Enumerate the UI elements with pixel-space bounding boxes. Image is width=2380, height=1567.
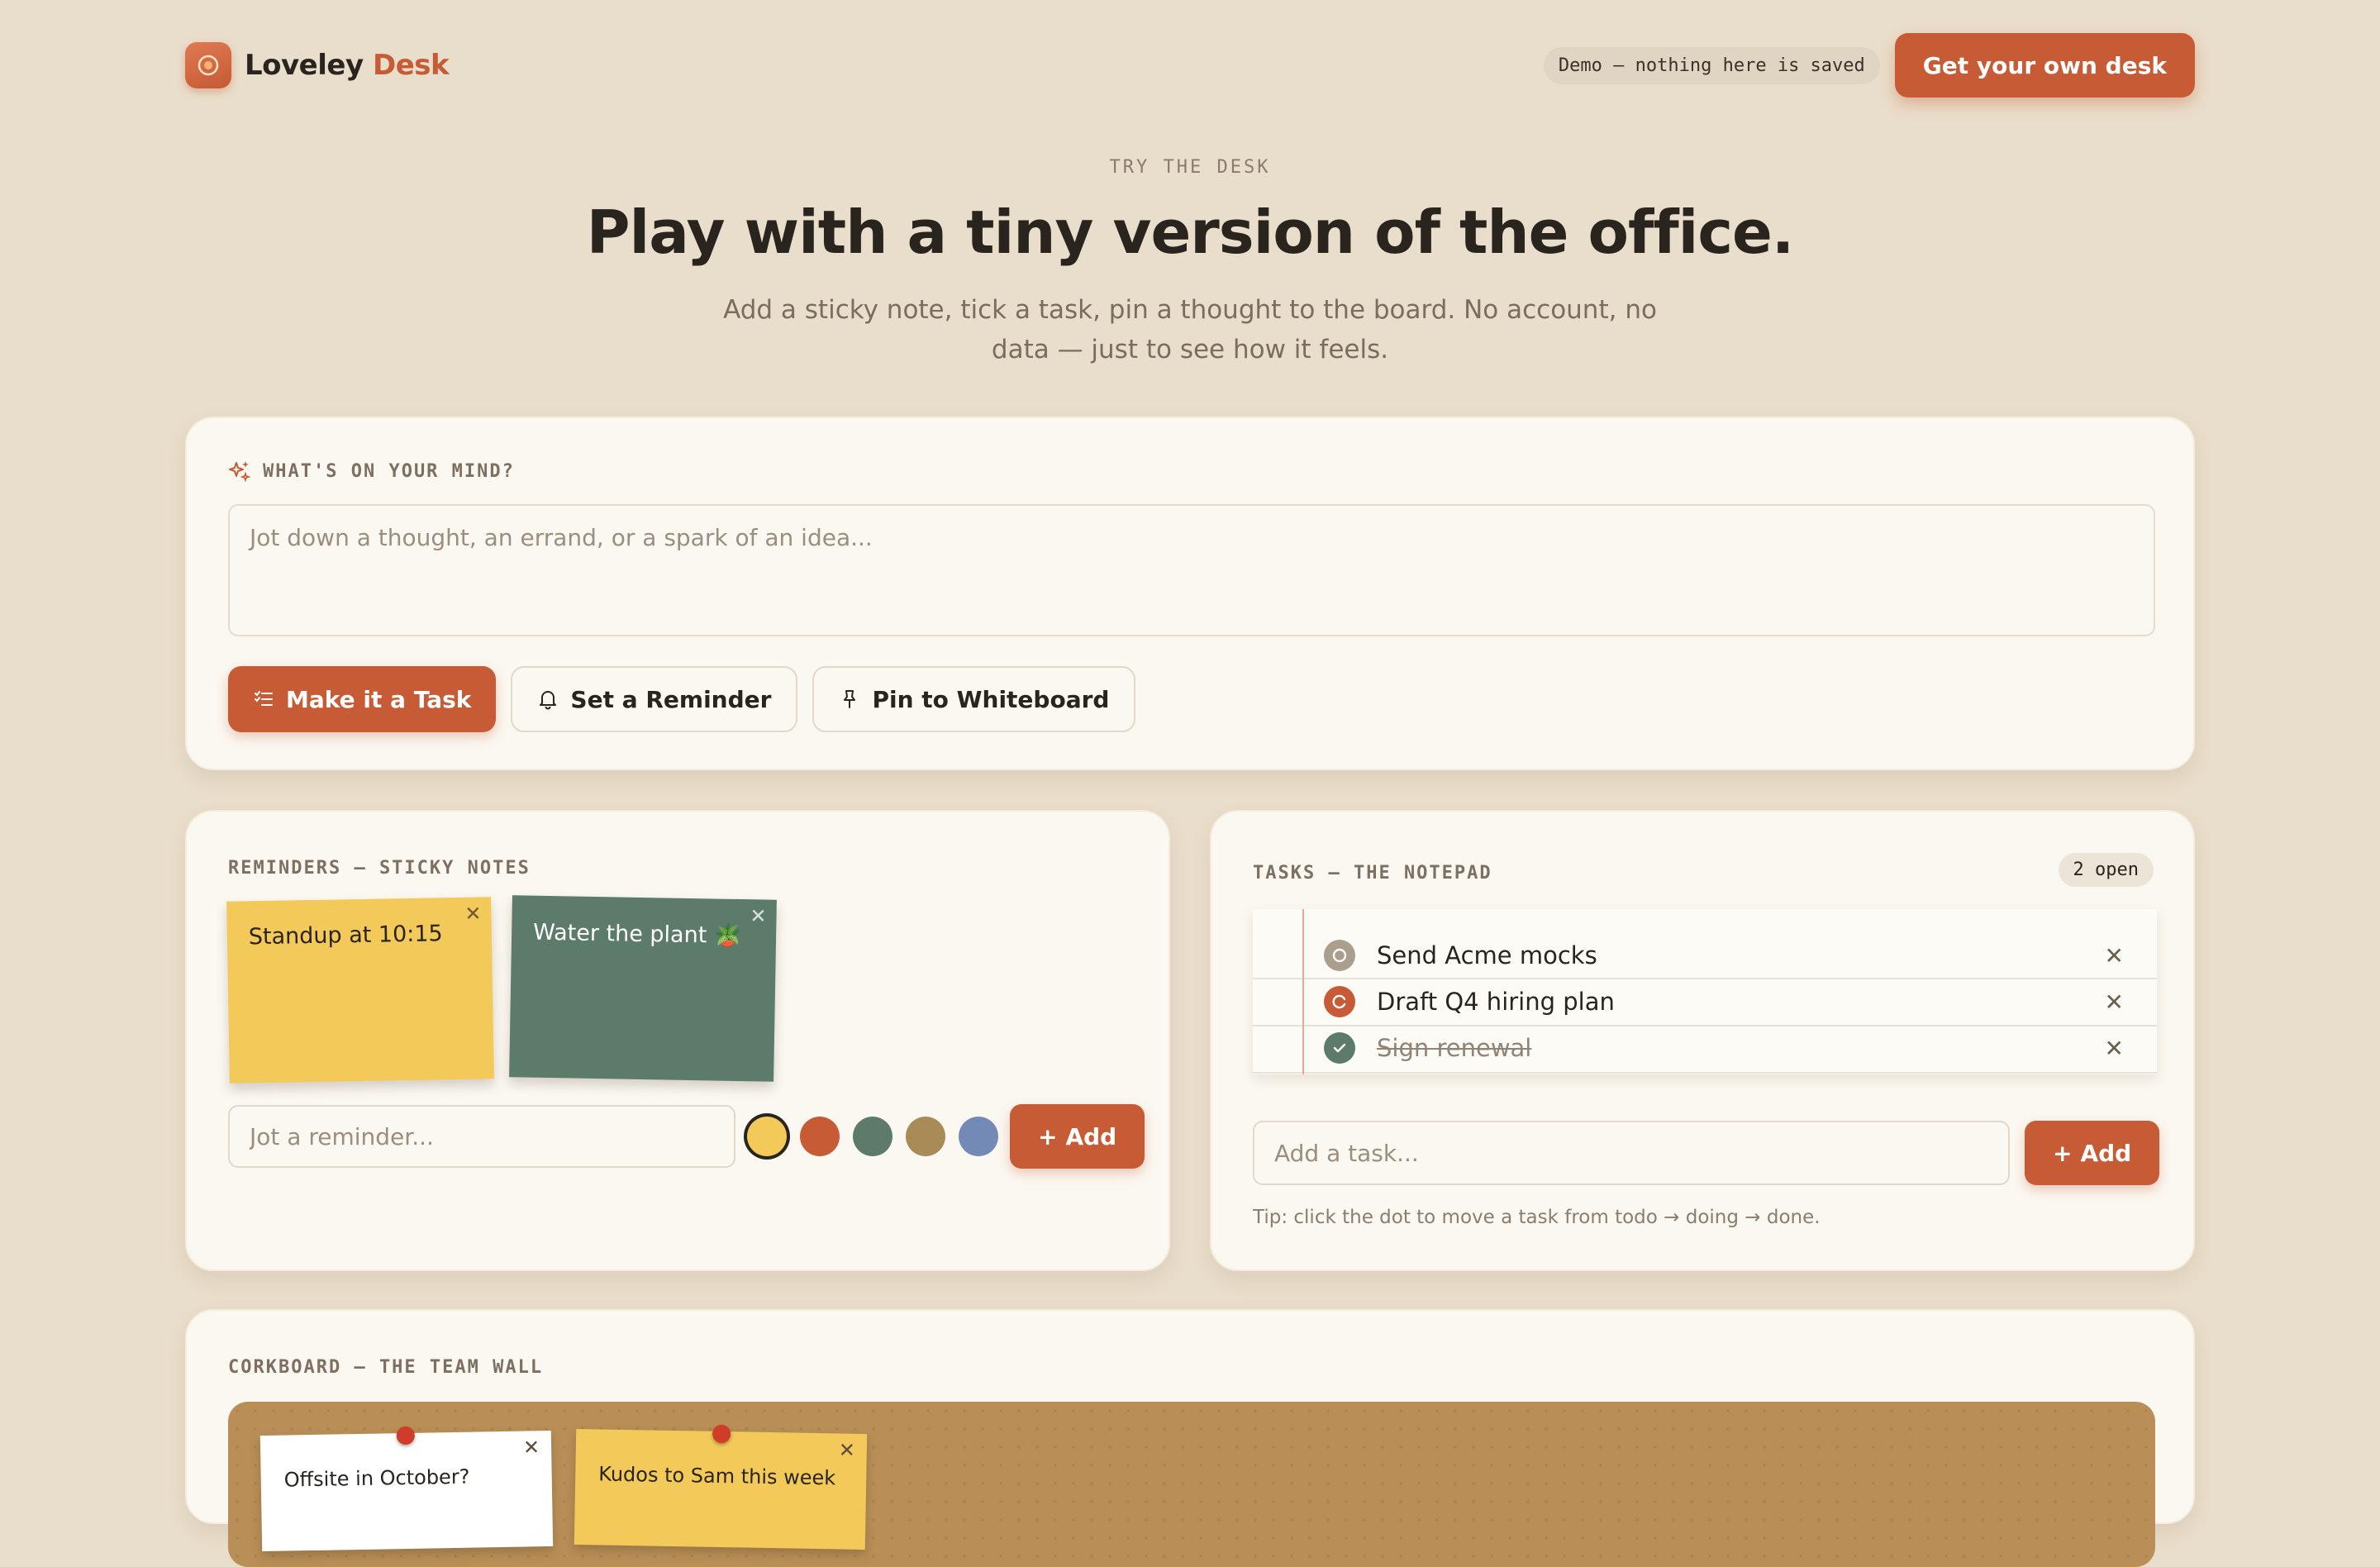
top-bar: Loveley Desk Demo — nothing here is save…	[185, 33, 2195, 98]
corkboard: Offsite in October? ✕ Kudos to Sam this …	[228, 1402, 2155, 1567]
thought-input[interactable]	[228, 504, 2155, 636]
composer-label-row: WHAT'S ON YOUR MIND?	[228, 460, 515, 483]
tasks-tip: Tip: click the dot to move a task from t…	[1253, 1207, 1821, 1228]
reminder-input[interactable]	[228, 1105, 735, 1168]
add-reminder-label: Add	[1065, 1122, 1117, 1150]
task-row: Send Acme mocks ✕	[1324, 932, 2124, 979]
task-input-row: + Add	[1253, 1121, 2160, 1185]
task-text: Draft Q4 hiring plan	[1377, 988, 1615, 1016]
close-icon[interactable]: ✕	[523, 1436, 540, 1459]
add-task-button[interactable]: + Add	[2025, 1121, 2160, 1185]
demo-badge: Demo — nothing here is saved	[1543, 46, 1880, 84]
pin-whiteboard-button[interactable]: Pin to Whiteboard	[812, 666, 1136, 732]
composer-card: WHAT'S ON YOUR MIND? Make it a Task Set …	[185, 417, 2195, 770]
header-actions: Demo — nothing here is saved Get your ow…	[1543, 33, 2195, 98]
brand-name: Loveley Desk	[245, 49, 450, 82]
reminder-input-row: + Add	[228, 1104, 1145, 1169]
make-task-label: Make it a Task	[286, 685, 472, 713]
in-progress-icon	[1332, 994, 1346, 1009]
close-icon[interactable]: ✕	[750, 904, 767, 927]
color-swatch-tan[interactable]	[906, 1117, 945, 1156]
color-swatch-green[interactable]	[853, 1117, 892, 1156]
status-dot-doing[interactable]	[1324, 986, 1355, 1017]
color-swatch-yellow[interactable]	[747, 1117, 787, 1156]
pinned-note-text: Kudos to Sam this week	[598, 1462, 836, 1490]
sparkle-icon	[229, 461, 251, 483]
task-row: Sign renewal ✕	[1324, 1025, 2124, 1071]
color-swatch-blue[interactable]	[959, 1117, 998, 1156]
tasks-label: TASKS — THE NOTEPAD	[1253, 863, 1492, 884]
circle-icon	[1332, 948, 1347, 963]
hero: TRY THE DESK Play with a tiny version of…	[0, 157, 2380, 369]
set-reminder-button[interactable]: Set a Reminder	[511, 666, 798, 732]
plus-icon: +	[2053, 1139, 2073, 1167]
close-icon[interactable]: ✕	[838, 1438, 855, 1461]
task-text: Send Acme mocks	[1377, 941, 1597, 969]
make-task-button[interactable]: Make it a Task	[228, 666, 497, 732]
sticky-note-text: Standup at 10:15	[248, 921, 443, 950]
sticky-note[interactable]: Standup at 10:15 ✕	[226, 897, 494, 1084]
task-list-icon	[255, 691, 273, 706]
close-icon[interactable]: ✕	[2105, 988, 2124, 1016]
open-count-badge: 2 open	[2058, 853, 2154, 887]
logo-icon	[185, 42, 231, 88]
task-text: Sign renewal	[1377, 1034, 1532, 1062]
corkboard-card: CORKBOARD — THE TEAM WALL Offsite in Oct…	[185, 1309, 2195, 1567]
color-swatch-orange[interactable]	[800, 1117, 840, 1156]
close-icon[interactable]: ✕	[464, 902, 482, 925]
brand-name-accent: Desk	[372, 49, 450, 82]
add-task-label: Add	[2080, 1139, 2132, 1167]
plus-icon: +	[1038, 1122, 1058, 1150]
pinned-note[interactable]: Offsite in October? ✕	[259, 1426, 554, 1552]
add-reminder-button[interactable]: + Add	[1010, 1104, 1145, 1169]
hero-subtitle: Add a sticky note, tick a task, pin a th…	[723, 295, 1657, 364]
composer-label: WHAT'S ON YOUR MIND?	[263, 460, 515, 482]
get-desk-button[interactable]: Get your own desk	[1894, 33, 2195, 98]
status-dot-done[interactable]	[1324, 1032, 1355, 1064]
reminders-card: REMINDERS — STICKY NOTES Standup at 10:1…	[185, 810, 1170, 1271]
brand-name-main: Loveley	[245, 49, 364, 82]
status-dot-todo[interactable]	[1324, 940, 1355, 971]
task-input[interactable]	[1253, 1121, 2010, 1185]
pushpin-icon	[712, 1424, 731, 1444]
pin-whiteboard-label: Pin to Whiteboard	[872, 685, 1110, 713]
sticky-note-text: Water the plant 🪴	[532, 919, 742, 950]
brand[interactable]: Loveley Desk	[185, 42, 450, 88]
composer-actions: Make it a Task Set a Reminder Pin to Whi…	[228, 666, 1136, 732]
bell-icon	[540, 691, 557, 710]
close-icon[interactable]: ✕	[2105, 942, 2124, 969]
page-title: Play with a tiny version of the office.	[586, 198, 1794, 267]
notepad: Send Acme mocks ✕ Draft Q4 hiring plan ✕…	[1253, 909, 2157, 1074]
pushpin-icon	[396, 1426, 416, 1446]
corkboard-label: CORKBOARD — THE TEAM WALL	[228, 1357, 544, 1378]
hero-eyebrow: TRY THE DESK	[1109, 157, 1271, 178]
check-icon	[1333, 1043, 1346, 1053]
task-row: Draft Q4 hiring plan ✕	[1324, 979, 2124, 1025]
reminders-label: REMINDERS — STICKY NOTES	[228, 858, 531, 879]
close-icon[interactable]: ✕	[2105, 1035, 2124, 1062]
sticky-note[interactable]: Water the plant 🪴 ✕	[509, 895, 777, 1082]
tasks-card: TASKS — THE NOTEPAD 2 open Send Acme moc…	[1210, 810, 2195, 1271]
pinned-note[interactable]: Kudos to Sam this week ✕	[574, 1424, 868, 1550]
notepad-margin-line	[1302, 909, 1304, 1074]
pin-icon	[844, 690, 856, 708]
set-reminder-label: Set a Reminder	[570, 685, 772, 713]
